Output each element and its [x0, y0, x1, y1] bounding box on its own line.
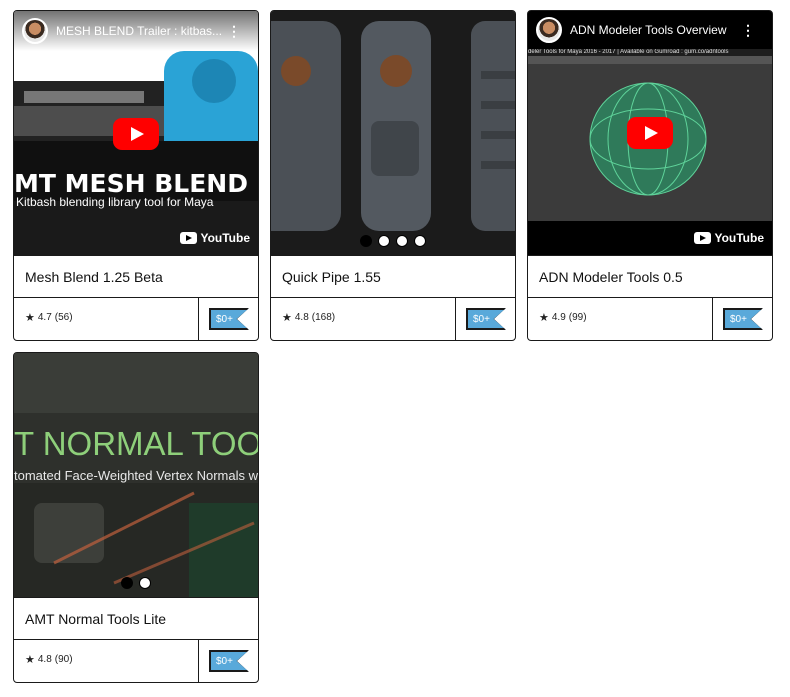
card-footer: ★ 4.7 (56) $0+ — [14, 298, 258, 340]
carousel-dot[interactable] — [121, 577, 133, 589]
video-thumbnail[interactable]: MESH BLEND Trailer : kitbas... ⋮ MT MESH… — [14, 11, 258, 255]
product-title[interactable]: Quick Pipe 1.55 — [271, 255, 515, 298]
product-title[interactable]: ADN Modeler Tools 0.5 — [528, 255, 772, 298]
video-thumbnail[interactable]: deler Tools for Maya 2016 - 2017 | Avail… — [528, 11, 772, 255]
image-headline: T NORMAL TOOL — [14, 425, 258, 462]
product-card-quick-pipe[interactable]: Quick Pipe 1.55 ★ 4.8 (168) $0+ — [270, 10, 516, 341]
price-cell[interactable]: $0+ — [198, 298, 258, 340]
quick-pipe-artwork — [271, 11, 515, 255]
card-footer: ★ 4.8 (168) $0+ — [271, 298, 515, 340]
product-card-adn-modeler-tools[interactable]: deler Tools for Maya 2016 - 2017 | Avail… — [527, 10, 773, 341]
rating: ★ 4.7 (56) — [25, 312, 73, 323]
rating: ★ 4.9 (99) — [539, 312, 587, 323]
star-icon: ★ — [25, 311, 35, 324]
star-icon: ★ — [539, 311, 549, 324]
carousel-dot[interactable] — [378, 235, 390, 247]
product-card-mesh-blend[interactable]: MESH BLEND Trailer : kitbas... ⋮ MT MESH… — [13, 10, 259, 341]
rating-count: (168) — [311, 312, 336, 323]
rating-value: 4.8 — [294, 312, 309, 323]
more-vert-icon[interactable]: ⋮ — [227, 23, 241, 40]
play-icon[interactable] — [113, 118, 159, 150]
rating: ★ 4.8 (90) — [25, 654, 73, 665]
channel-avatar[interactable] — [22, 18, 48, 44]
rating-count: (90) — [54, 654, 73, 665]
video-subline: Kitbash blending library tool for Maya — [16, 195, 214, 209]
product-title[interactable]: Mesh Blend 1.25 Beta — [14, 255, 258, 298]
carousel-dot[interactable] — [396, 235, 408, 247]
rating: ★ 4.8 (168) — [282, 312, 335, 323]
youtube-logo-icon[interactable]: YouTube — [180, 231, 250, 245]
star-icon: ★ — [25, 653, 35, 666]
product-card-amt-normal-tools[interactable]: T NORMAL TOOL tomated Face-Weighted Vert… — [13, 352, 259, 683]
card-footer: ★ 4.8 (90) $0+ — [14, 640, 258, 682]
carousel-dot[interactable] — [414, 235, 426, 247]
video-header: MESH BLEND Trailer : kitbas... ⋮ — [14, 11, 258, 51]
star-icon: ★ — [282, 311, 292, 324]
channel-avatar[interactable] — [536, 17, 562, 43]
more-vert-icon[interactable]: ⋮ — [741, 22, 755, 39]
youtube-logo-icon[interactable]: YouTube — [694, 231, 764, 245]
video-title[interactable]: ADN Modeler Tools Overview — [570, 23, 735, 37]
rating-count: (56) — [54, 312, 73, 323]
price-tag[interactable]: $0+ — [210, 309, 248, 329]
video-headline: MT MESH BLEND 1.0E — [14, 169, 258, 198]
carousel-dots — [121, 577, 151, 589]
carousel-dot[interactable] — [360, 235, 372, 247]
video-title[interactable]: MESH BLEND Trailer : kitbas... — [56, 24, 221, 38]
price-tag[interactable]: $0+ — [724, 309, 762, 329]
image-subline: tomated Face-Weighted Vertex Normals we — [14, 468, 258, 483]
video-banner: deler Tools for Maya 2016 - 2017 | Avail… — [528, 48, 772, 56]
carousel-dots — [360, 235, 426, 247]
price-cell[interactable]: $0+ — [455, 298, 515, 340]
carousel-dot[interactable] — [139, 577, 151, 589]
rating-value: 4.9 — [551, 312, 566, 323]
card-footer: ★ 4.9 (99) $0+ — [528, 298, 772, 340]
price-tag[interactable]: $0+ — [210, 651, 248, 671]
video-header: ADN Modeler Tools Overview ⋮ — [528, 11, 772, 49]
rating-value: 4.7 — [37, 312, 52, 323]
price-tag[interactable]: $0+ — [467, 309, 505, 329]
price-cell[interactable]: $0+ — [712, 298, 772, 340]
rating-value: 4.8 — [37, 654, 52, 665]
rating-count: (99) — [568, 312, 587, 323]
play-icon[interactable] — [627, 117, 673, 149]
price-cell[interactable]: $0+ — [198, 640, 258, 682]
product-thumbnail[interactable]: T NORMAL TOOL tomated Face-Weighted Vert… — [14, 353, 258, 597]
product-thumbnail[interactable] — [271, 11, 515, 255]
product-title[interactable]: AMT Normal Tools Lite — [14, 597, 258, 640]
